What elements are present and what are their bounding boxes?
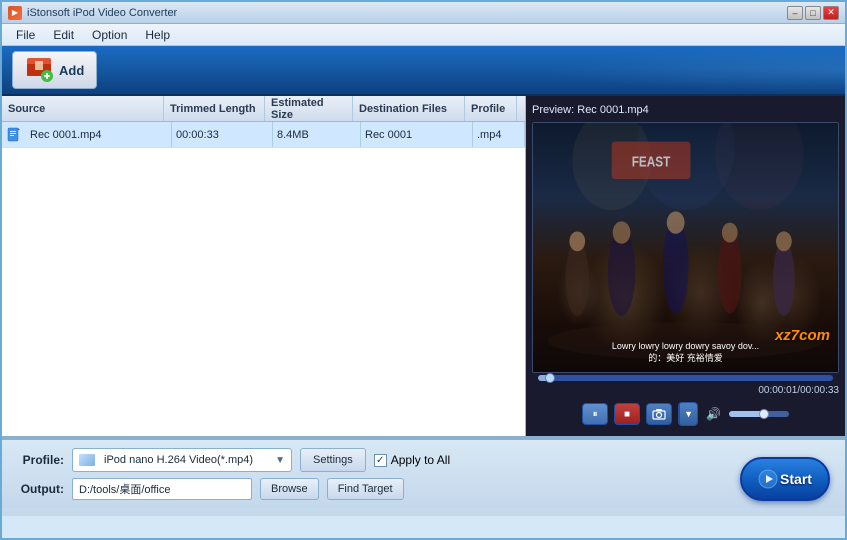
add-icon bbox=[25, 56, 53, 84]
profile-row: Profile: iPod nano H.264 Video(*.mp4) ▼ … bbox=[14, 448, 833, 472]
time-bar: 00:00:01/00:00:33 bbox=[532, 383, 839, 398]
title-left: ▶ iStonsoft iPod Video Converter bbox=[8, 6, 177, 20]
seekbar[interactable] bbox=[538, 375, 833, 381]
volume-slider[interactable] bbox=[729, 411, 789, 417]
seekbar-container bbox=[532, 373, 839, 383]
preview-title: Preview: Rec 0001.mp4 bbox=[532, 102, 839, 118]
minimize-button[interactable]: – bbox=[787, 6, 803, 20]
camera-button[interactable] bbox=[646, 403, 672, 425]
table-row[interactable]: Rec 0001.mp4 00:00:33 8.4MB Rec 0001 .mp… bbox=[2, 122, 525, 148]
output-row: Output: D:/tools/桌面/office Browse Find T… bbox=[14, 478, 833, 500]
file-list-area: Source Trimmed Length Estimated Size Des… bbox=[2, 96, 526, 436]
watermark: xz7com bbox=[775, 327, 830, 344]
cell-source: Rec 0001.mp4 bbox=[26, 122, 172, 147]
output-label: Output: bbox=[14, 482, 64, 496]
profile-value: iPod nano H.264 Video(*.mp4) bbox=[104, 454, 253, 466]
add-button[interactable]: Add bbox=[12, 51, 97, 89]
profile-select[interactable]: iPod nano H.264 Video(*.mp4) ▼ bbox=[72, 448, 292, 472]
time-current: 00:00:01 bbox=[758, 385, 797, 396]
maximize-button[interactable]: □ bbox=[805, 6, 821, 20]
app-icon: ▶ bbox=[8, 6, 22, 20]
profile-icon bbox=[79, 454, 95, 466]
cell-destination: Rec 0001 bbox=[361, 122, 473, 147]
camera-dropdown[interactable]: ▼ bbox=[678, 402, 698, 426]
col-header-estimated: Estimated Size bbox=[265, 96, 353, 121]
time-total: 00:00:33 bbox=[800, 385, 839, 396]
browse-button[interactable]: Browse bbox=[260, 478, 319, 500]
stop-button[interactable]: ■ bbox=[614, 403, 640, 425]
apply-to-all-check[interactable]: ✓ Apply to All bbox=[374, 453, 450, 467]
menu-file[interactable]: File bbox=[8, 26, 43, 44]
app-title: iStonsoft iPod Video Converter bbox=[27, 7, 177, 19]
subtitle-text: Lowry lowry lowry dowry savoy dov... 的：美… bbox=[612, 341, 759, 364]
col-header-trimmed: Trimmed Length bbox=[164, 96, 265, 121]
cell-trimmed: 00:00:33 bbox=[172, 122, 273, 147]
col-header-source: Source bbox=[2, 96, 164, 121]
start-button[interactable]: Start bbox=[740, 457, 830, 501]
volume-thumb bbox=[759, 409, 769, 419]
find-target-button[interactable]: Find Target bbox=[327, 478, 404, 500]
menu-bar: File Edit Option Help bbox=[2, 24, 845, 46]
toolbar: Add bbox=[2, 46, 845, 96]
apply-label: Apply to All bbox=[391, 453, 450, 467]
table-header: Source Trimmed Length Estimated Size Des… bbox=[2, 96, 525, 122]
main-content: Source Trimmed Length Estimated Size Des… bbox=[2, 96, 845, 436]
bottom-bar: Profile: iPod nano H.264 Video(*.mp4) ▼ … bbox=[2, 438, 845, 508]
title-controls: – □ ✕ bbox=[787, 6, 839, 20]
video-frame: FEAST xz7com Lowry lowry lowry dowry sav… bbox=[532, 122, 839, 373]
apply-checkbox[interactable]: ✓ bbox=[374, 454, 387, 467]
dropdown-arrow-icon: ▼ bbox=[679, 403, 697, 425]
cell-estimated: 8.4MB bbox=[273, 122, 361, 147]
close-button[interactable]: ✕ bbox=[823, 6, 839, 20]
video-thumbnail: FEAST xz7com Lowry lowry lowry dowry sav… bbox=[533, 123, 838, 372]
profile-label: Profile: bbox=[14, 453, 64, 467]
menu-edit[interactable]: Edit bbox=[45, 26, 82, 44]
bottom-area: Profile: iPod nano H.264 Video(*.mp4) ▼ … bbox=[2, 436, 845, 516]
menu-help[interactable]: Help bbox=[137, 26, 178, 44]
output-input[interactable]: D:/tools/桌面/office bbox=[72, 478, 252, 500]
cell-profile: .mp4 bbox=[473, 122, 525, 147]
add-label: Add bbox=[59, 63, 84, 78]
volume-icon: 🔊 bbox=[706, 407, 721, 421]
col-header-destination: Destination Files bbox=[353, 96, 465, 121]
menu-option[interactable]: Option bbox=[84, 26, 135, 44]
player-controls: ⏸ ■ ▼ 🔊 bbox=[532, 398, 839, 430]
seekbar-thumb bbox=[545, 373, 555, 383]
col-header-profile: Profile bbox=[465, 96, 517, 121]
start-label: Start bbox=[780, 471, 812, 487]
table-body: Rec 0001.mp4 00:00:33 8.4MB Rec 0001 .mp… bbox=[2, 122, 525, 436]
settings-button[interactable]: Settings bbox=[300, 448, 366, 472]
pause-button[interactable]: ⏸ bbox=[582, 403, 608, 425]
svg-text:FEAST: FEAST bbox=[632, 153, 671, 170]
profile-dropdown-arrow-icon: ▼ bbox=[275, 455, 285, 466]
preview-area: Preview: Rec 0001.mp4 bbox=[526, 96, 845, 436]
title-bar: ▶ iStonsoft iPod Video Converter – □ ✕ bbox=[2, 2, 845, 24]
file-icon bbox=[6, 127, 22, 143]
preview-filename: Rec 0001.mp4 bbox=[577, 104, 649, 116]
